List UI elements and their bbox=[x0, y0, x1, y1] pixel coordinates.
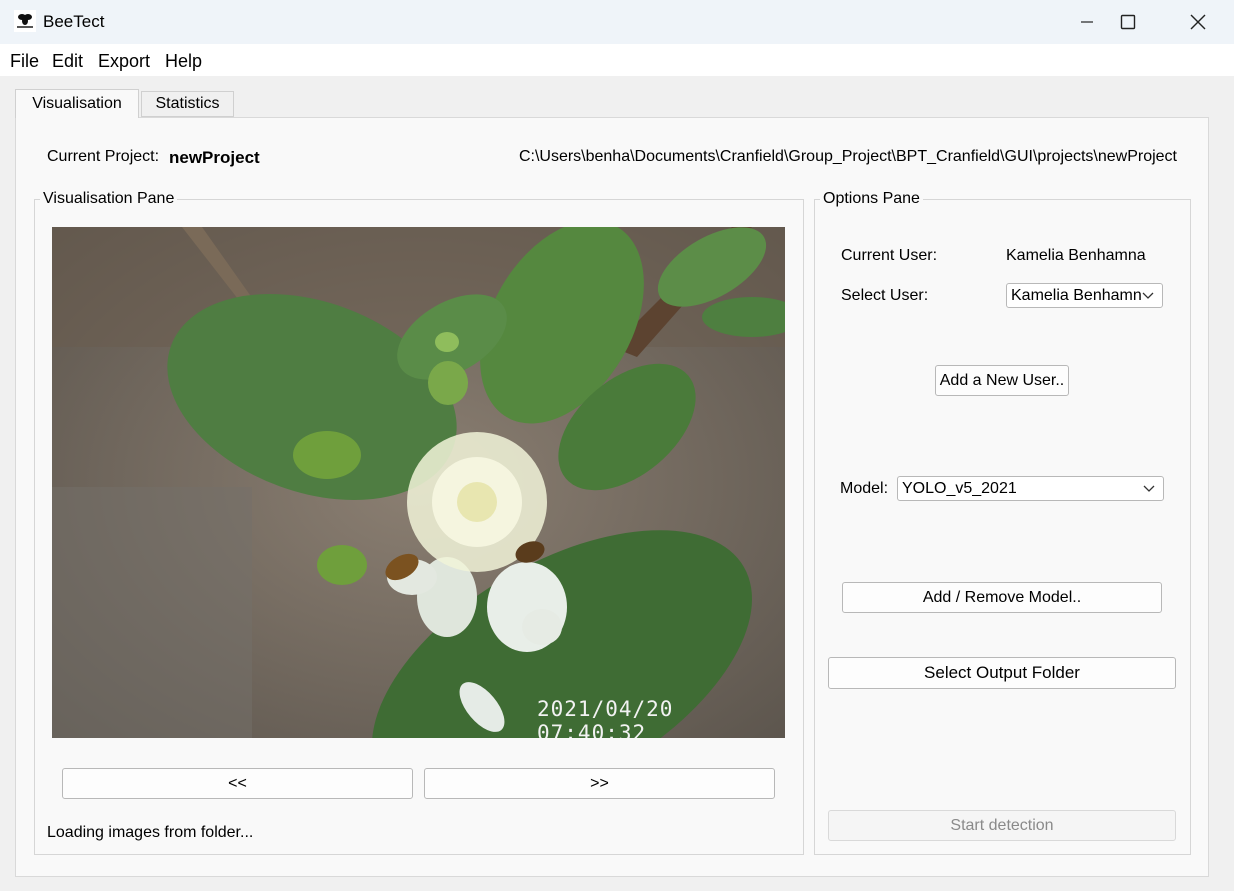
status-text: Loading images from folder... bbox=[47, 824, 254, 841]
add-new-user-button[interactable]: Add a New User.. bbox=[935, 365, 1069, 396]
current-user-value: Kamelia Benhamna bbox=[1006, 247, 1146, 264]
minimize-icon bbox=[1081, 21, 1093, 23]
close-icon bbox=[1190, 14, 1206, 30]
image-timestamp: 2021/04/20 07:40:32 bbox=[537, 697, 674, 738]
visualisation-pane-title: Visualisation Pane bbox=[40, 190, 178, 208]
close-button[interactable] bbox=[1163, 0, 1233, 44]
previous-image-button[interactable]: << bbox=[62, 768, 413, 799]
select-user-value: Kamelia Benhamn bbox=[1011, 286, 1142, 304]
bee-logo-icon bbox=[14, 10, 36, 32]
title-bar bbox=[0, 0, 1234, 44]
maximize-button[interactable] bbox=[1093, 0, 1163, 44]
tab-statistics[interactable]: Statistics bbox=[141, 91, 234, 117]
menu-file[interactable]: File bbox=[10, 51, 39, 72]
options-pane-title: Options Pane bbox=[820, 190, 923, 208]
model-label: Model: bbox=[840, 480, 889, 497]
start-detection-button[interactable]: Start detection bbox=[828, 810, 1176, 841]
project-path: C:\Users\benha\Documents\Cranfield\Group… bbox=[518, 148, 1177, 165]
menu-export[interactable]: Export bbox=[98, 51, 150, 72]
select-user-label: Select User: bbox=[841, 287, 929, 304]
flower-photo bbox=[52, 227, 785, 738]
tab-visualisation[interactable]: Visualisation bbox=[15, 89, 139, 118]
maximize-icon bbox=[1120, 14, 1136, 30]
next-image-button[interactable]: >> bbox=[424, 768, 775, 799]
select-output-folder-button[interactable]: Select Output Folder bbox=[828, 657, 1176, 689]
image-viewer: 2021/04/20 07:40:32 bbox=[52, 227, 785, 738]
chevron-down-icon bbox=[1142, 292, 1154, 299]
menu-edit[interactable]: Edit bbox=[52, 51, 83, 72]
chevron-down-icon bbox=[1143, 485, 1155, 492]
current-user-label: Current User: bbox=[841, 247, 938, 264]
window-title: BeeTect bbox=[43, 12, 105, 31]
model-dropdown[interactable]: YOLO_v5_2021 bbox=[897, 476, 1164, 501]
current-project-name: newProject bbox=[169, 148, 260, 167]
current-project-label: Current Project: bbox=[47, 148, 160, 165]
model-value: YOLO_v5_2021 bbox=[902, 479, 1017, 497]
menu-help[interactable]: Help bbox=[165, 51, 202, 72]
select-user-dropdown[interactable]: Kamelia Benhamn bbox=[1006, 283, 1163, 308]
add-remove-model-button[interactable]: Add / Remove Model.. bbox=[842, 582, 1162, 613]
